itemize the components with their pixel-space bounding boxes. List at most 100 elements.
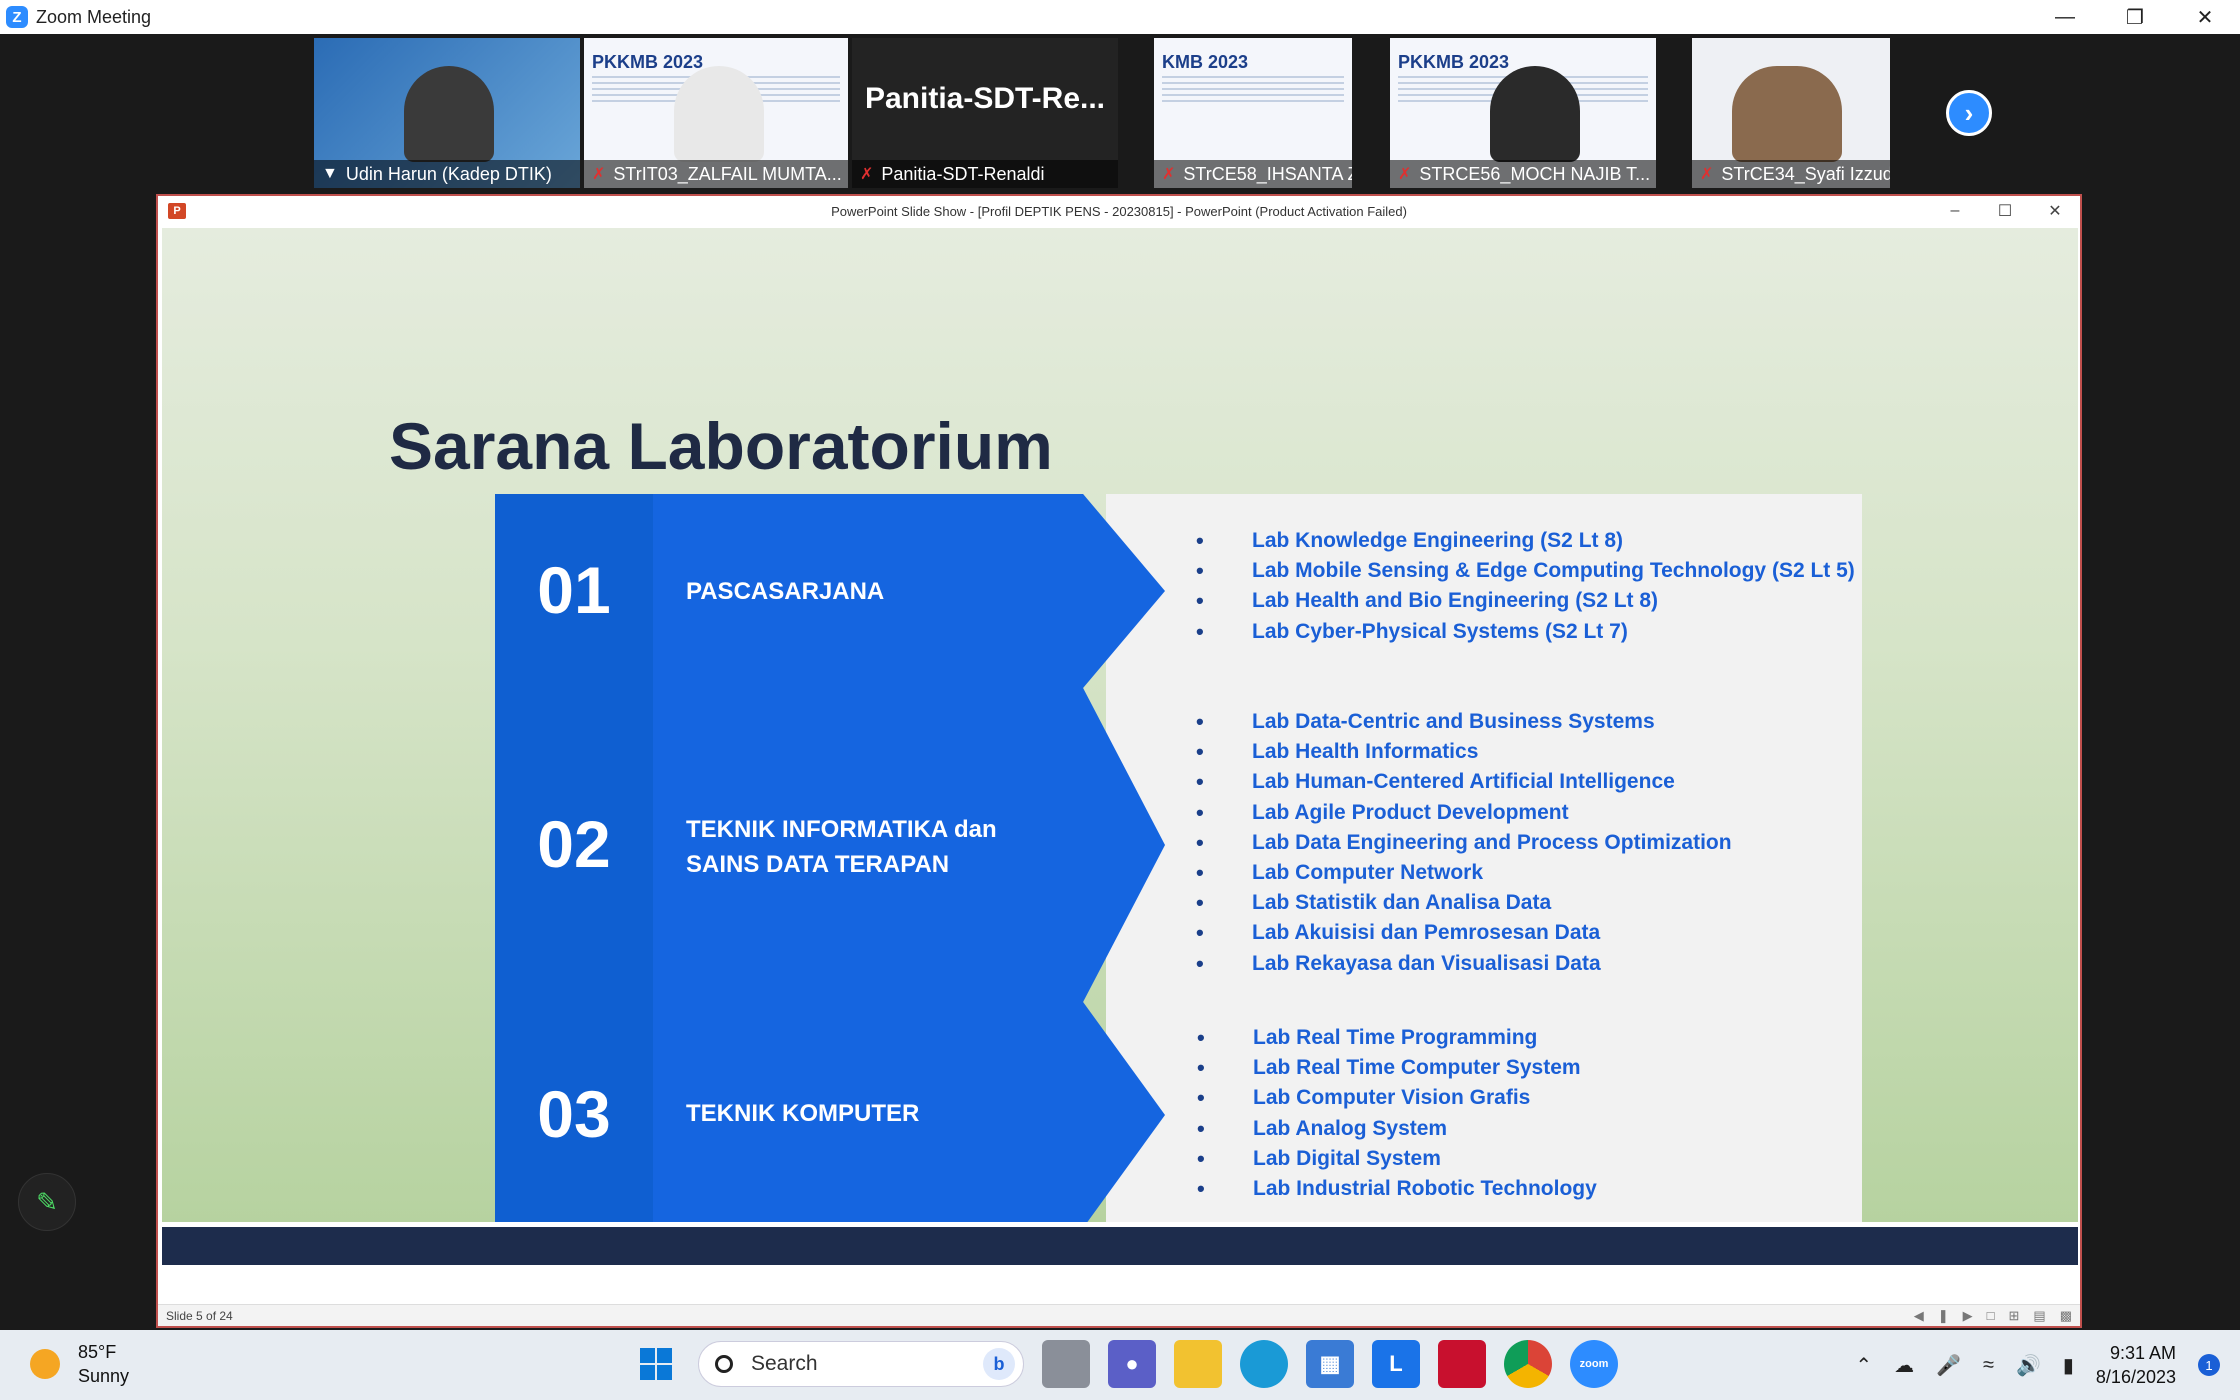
list-item: Lab Data-Centric and Business Systems xyxy=(1196,707,1732,737)
list-item: Lab Computer Network xyxy=(1196,858,1732,888)
list-item: Lab Cyber-Physical Systems (S2 Lt 7) xyxy=(1196,617,1855,647)
file-explorer-icon[interactable] xyxy=(1174,1340,1222,1388)
cloud-icon[interactable]: ☁ xyxy=(1894,1353,1914,1378)
taskbar-search[interactable]: Search b xyxy=(698,1341,1024,1387)
wifi-icon[interactable]: ≈ xyxy=(1983,1354,1994,1377)
start-icon[interactable] xyxy=(632,1340,680,1388)
section-number: 02 xyxy=(537,807,611,881)
edge-icon[interactable] xyxy=(1240,1340,1288,1388)
system-tray: ⌃ ☁ 🎤 ≈ 🔊 ▮ 9:31 AM 8/16/2023 1 xyxy=(1855,1330,2240,1400)
ppt-statusbar: Slide 5 of 24 ◀ ❚ ▶ □ ⊞ ▤ ▩ xyxy=(158,1304,2080,1326)
clock[interactable]: 9:31 AM 8/16/2023 xyxy=(2096,1341,2176,1389)
next-page-button[interactable]: › xyxy=(1946,90,1992,136)
participant-name: ✗STrCE58_IHSANTA ZAKI xyxy=(1154,160,1352,188)
slide-sorter-icon[interactable]: ⊞ xyxy=(2009,1308,2020,1324)
minimize-icon[interactable]: – xyxy=(1930,196,1980,226)
normal-view-icon[interactable]: □ xyxy=(1987,1308,1995,1324)
close-icon[interactable]: ✕ xyxy=(2030,196,2080,226)
list-item: Lab Mobile Sensing & Edge Computing Tech… xyxy=(1196,556,1855,586)
slide-canvas: Sarana Laboratorium 01 PASCASARJANA 02 T… xyxy=(162,228,2078,1265)
participant-tile[interactable]: PKKMB 2023 ✗ STrIT03_ZALFAIL MUMTA... xyxy=(584,38,848,188)
list-item: Lab Digital System xyxy=(1197,1144,1597,1174)
section-label: SAINS DATA TERAPAN xyxy=(686,851,950,878)
task-view-icon[interactable] xyxy=(1042,1340,1090,1388)
maximize-icon[interactable]: ☐ xyxy=(1980,196,2030,226)
participant-display-name: Panitia-SDT-Re... xyxy=(864,82,1106,115)
store-icon[interactable]: ▦ xyxy=(1306,1340,1354,1388)
ppt-window-controls: – ☐ ✕ xyxy=(1930,196,2080,226)
banner-text: PKKMB 2023 xyxy=(1398,52,1510,72)
list-item: Lab Health and Bio Engineering (S2 Lt 8) xyxy=(1196,586,1855,616)
zoom-logo-icon: Z xyxy=(6,6,28,28)
teams-icon[interactable]: ● xyxy=(1108,1340,1156,1388)
section-label: TEKNIK INFORMATIKA dan xyxy=(686,816,997,843)
search-icon xyxy=(715,1355,733,1373)
taskbar-apps: Search b ● ▦ L zoom xyxy=(632,1340,1636,1388)
chevron-up-icon[interactable]: ⌃ xyxy=(1855,1353,1872,1378)
list-item: Lab Real Time Programming xyxy=(1197,1023,1597,1053)
bing-icon[interactable]: b xyxy=(983,1348,1015,1380)
mic-muted-icon: ✗ xyxy=(860,166,874,183)
clock-time: 9:31 AM xyxy=(2109,1343,2176,1363)
chrome-icon[interactable] xyxy=(1504,1340,1552,1388)
slideshow-icon[interactable]: ▩ xyxy=(2060,1308,2072,1324)
sun-icon xyxy=(30,1349,60,1379)
ppt-window-title: PowerPoint Slide Show - [Profil DEPTIK P… xyxy=(831,203,1407,219)
list-item: Lab Rekayasa dan Visualisasi Data xyxy=(1196,949,1732,979)
participant-tile[interactable]: PKKMB 2023 ✗ STRCE56_MOCH NAJIB T... xyxy=(1390,38,1656,188)
battery-icon[interactable]: ▮ xyxy=(2063,1353,2074,1378)
participant-video xyxy=(1732,66,1842,162)
participant-video xyxy=(1490,66,1580,162)
list-item: Lab Data Engineering and Process Optimiz… xyxy=(1196,828,1732,858)
minimize-icon[interactable]: — xyxy=(2030,0,2100,34)
reading-view-icon[interactable]: ▤ xyxy=(2033,1308,2045,1324)
clock-date: 8/16/2023 xyxy=(2095,1367,2176,1387)
next-icon[interactable]: ▶ xyxy=(1963,1308,1973,1324)
microphone-icon[interactable]: 🎤 xyxy=(1936,1353,1961,1378)
list-item: Lab Knowledge Engineering (S2 Lt 8) xyxy=(1196,526,1855,556)
participant-tile[interactable]: KMB 2023 ✗STrCE58_IHSANTA ZAKI xyxy=(1154,38,1352,188)
banner-text: PKKMB 2023 xyxy=(592,52,704,72)
chevron-right-icon: › xyxy=(1964,97,1974,128)
list-item: Lab Computer Vision Grafis xyxy=(1197,1083,1597,1113)
section-row: 01 PASCASARJANA xyxy=(495,494,1165,688)
powerpoint-icon: P xyxy=(168,203,186,219)
volume-icon[interactable]: 🔊 xyxy=(2016,1353,2041,1378)
section-label: TEKNIK KOMPUTER xyxy=(686,1100,920,1127)
list-item: Lab Real Time Computer System xyxy=(1197,1053,1597,1083)
mic-on-icon: ▼ xyxy=(322,165,338,182)
participant-tile[interactable]: Panitia-SDT-Re... ✗ Panitia-SDT-Renaldi xyxy=(852,38,1118,188)
mcafee-icon[interactable] xyxy=(1438,1340,1486,1388)
zoom-titlebar: Z Zoom Meeting — ❐ ✕ xyxy=(0,0,2240,34)
taskbar: 85°F Sunny Search b ● ▦ L zoom ⌃ ☁ 🎤 ≈ 🔊… xyxy=(0,1330,2240,1400)
participant-name: ▼ Udin Harun (Kadep DTIK) xyxy=(314,160,580,188)
mic-muted-icon: ✗ xyxy=(1398,166,1412,183)
participant-name: ✗ STrIT03_ZALFAIL MUMTA... xyxy=(584,160,848,188)
notification-badge[interactable]: 1 xyxy=(2198,1354,2220,1376)
weather-temp: 85°F xyxy=(78,1342,117,1362)
participant-gallery: ▼ Udin Harun (Kadep DTIK) PKKMB 2023 ✗ STr… xyxy=(0,34,2240,192)
participant-tile[interactable]: ✗ STrCE34_Syafi Izzudin xyxy=(1692,38,1890,188)
list-item: Lab Human-Centered Artificial Intelligen… xyxy=(1196,767,1732,797)
section-row: 03 TEKNIK KOMPUTER xyxy=(495,1002,1165,1228)
section-number: 01 xyxy=(537,553,611,627)
participant-tile[interactable]: ▼ Udin Harun (Kadep DTIK) xyxy=(314,38,580,188)
banner-subtitle xyxy=(1162,76,1344,102)
powerpoint-window: P PowerPoint Slide Show - [Profil DEPTIK… xyxy=(156,194,2082,1328)
participant-video xyxy=(674,66,764,162)
list-item: Lab Agile Product Development xyxy=(1196,798,1732,828)
list-item: Lab Health Informatics xyxy=(1196,737,1732,767)
l-app-icon[interactable]: L xyxy=(1372,1340,1420,1388)
close-icon[interactable]: ✕ xyxy=(2170,0,2240,34)
pencil-icon: ✎ xyxy=(36,1186,58,1217)
weather-widget[interactable]: 85°F Sunny xyxy=(30,1340,129,1388)
list-item: Lab Statistik dan Analisa Data xyxy=(1196,888,1732,918)
slide-title: Sarana Laboratorium xyxy=(389,409,1053,483)
pause-icon[interactable]: ❚ xyxy=(1938,1308,1949,1324)
restore-icon[interactable]: ❐ xyxy=(2100,0,2170,34)
window-controls: — ❐ ✕ xyxy=(2030,0,2240,34)
lab-list: Lab Real Time Programming Lab Real Time … xyxy=(1197,1023,1597,1204)
previous-icon[interactable]: ◀ xyxy=(1914,1308,1924,1324)
annotate-pencil-button[interactable]: ✎ xyxy=(18,1173,76,1231)
zoom-icon[interactable]: zoom xyxy=(1570,1340,1618,1388)
